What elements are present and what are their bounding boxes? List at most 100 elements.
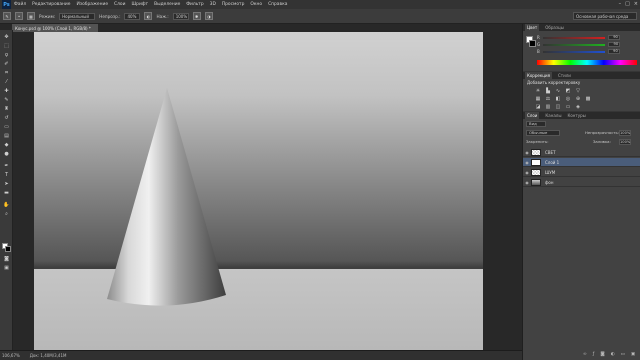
workspace-select[interactable]: Основная рабочая среда xyxy=(573,12,637,20)
menu-help[interactable]: Справка xyxy=(265,2,290,7)
flow-label: Наж.: xyxy=(156,13,169,19)
vibrance-icon[interactable]: ▽ xyxy=(575,88,581,94)
slider-r-value[interactable]: 90 xyxy=(607,35,620,40)
slider-b-value[interactable]: 90 xyxy=(607,49,620,54)
mask-icon[interactable]: ◙ xyxy=(600,352,604,357)
menu-3d[interactable]: 3D xyxy=(207,2,219,7)
layer-row-background[interactable]: ◉ фон xyxy=(523,178,640,187)
screen-mode-icon[interactable]: ▣ xyxy=(3,265,10,271)
zoom-level[interactable]: 106,67% xyxy=(2,353,20,358)
tab-color[interactable]: Цвет xyxy=(525,24,540,31)
menu-image[interactable]: Изображение xyxy=(73,2,111,7)
brush-tool-icon[interactable]: ✎ xyxy=(3,97,10,103)
tab-swatches[interactable]: Образцы xyxy=(545,25,564,30)
layer-row-light[interactable]: ◉ СВЕТ xyxy=(523,148,640,157)
blend-mode-select[interactable]: Обычные xyxy=(526,130,560,136)
crop-tool-icon[interactable]: ⌗ xyxy=(3,70,10,76)
color-spectrum[interactable] xyxy=(537,60,637,65)
marquee-tool-icon[interactable]: ⬚ xyxy=(3,43,10,49)
zoom-tool-icon[interactable]: ⌕ xyxy=(3,211,10,217)
document-canvas[interactable] xyxy=(34,32,483,350)
visibility-eye-icon[interactable]: ◉ xyxy=(523,170,531,175)
flow-field[interactable]: 100% xyxy=(172,12,189,20)
photo-filter-icon[interactable]: ◎ xyxy=(565,96,571,102)
lasso-tool-icon[interactable]: ϙ xyxy=(3,52,10,58)
tab-channels[interactable]: Каналы xyxy=(545,113,561,118)
airbrush-icon[interactable]: ✱ xyxy=(192,12,201,20)
minimize-button[interactable]: – xyxy=(619,1,622,7)
brightness-icon[interactable]: ☀ xyxy=(535,88,541,94)
hue-sat-icon[interactable]: ▦ xyxy=(535,96,541,102)
eyedropper-tool-icon[interactable]: ⁄ xyxy=(3,79,10,85)
invert-icon[interactable]: ◪ xyxy=(535,104,541,110)
color-lookup-icon[interactable]: ▩ xyxy=(585,96,591,102)
hand-tool-icon[interactable]: ✋ xyxy=(3,202,10,208)
curves-icon[interactable]: ∿ xyxy=(555,88,561,94)
slider-r-track[interactable] xyxy=(542,36,605,39)
fx-icon[interactable]: ƒ xyxy=(593,352,595,357)
visibility-eye-icon[interactable]: ◉ xyxy=(523,160,531,165)
close-button[interactable]: × xyxy=(634,1,638,7)
background-color-swatch[interactable] xyxy=(5,246,11,252)
menu-view[interactable]: Просмотр xyxy=(219,2,248,7)
layer-opacity-field[interactable]: 100% xyxy=(619,130,631,136)
menu-filter[interactable]: Фильтр xyxy=(183,2,206,7)
menu-layers[interactable]: Слои xyxy=(111,2,128,7)
new-layer-icon[interactable]: ▣ xyxy=(631,352,635,357)
slider-g-value[interactable]: 90 xyxy=(608,42,621,47)
levels-icon[interactable]: ▙ xyxy=(545,88,551,94)
menu-file[interactable]: Файл xyxy=(11,2,29,7)
exposure-icon[interactable]: ◩ xyxy=(565,88,571,94)
link-layers-icon[interactable]: ∞ xyxy=(583,352,587,357)
tab-layers[interactable]: Слои xyxy=(525,112,540,119)
slider-g-track[interactable] xyxy=(543,43,606,46)
visibility-eye-icon[interactable]: ◉ xyxy=(523,180,531,185)
type-tool-icon[interactable]: T xyxy=(3,172,10,178)
gradient-tool-icon[interactable]: ▤ xyxy=(3,133,10,139)
black-white-icon[interactable]: ◧ xyxy=(555,96,561,102)
color-balance-icon[interactable]: ⚖ xyxy=(545,96,551,102)
selective-color-icon[interactable]: ◈ xyxy=(575,104,581,110)
bg-swatch[interactable] xyxy=(529,40,536,47)
menu-window[interactable]: Окно xyxy=(247,2,265,7)
path-select-tool-icon[interactable]: ➤ xyxy=(3,181,10,187)
opacity-field[interactable]: 40% xyxy=(124,12,141,20)
maximize-button[interactable]: □ xyxy=(625,1,630,7)
fill-field[interactable]: 100% xyxy=(619,139,631,145)
brush-tool-icon[interactable]: ✎ xyxy=(3,12,11,20)
move-tool-icon[interactable]: ✥ xyxy=(3,34,10,40)
quick-select-tool-icon[interactable]: ✐ xyxy=(3,61,10,67)
shape-tool-icon[interactable]: ▬ xyxy=(3,190,10,196)
history-brush-tool-icon[interactable]: ↺ xyxy=(3,115,10,121)
eraser-tool-icon[interactable]: ▭ xyxy=(3,124,10,130)
slider-b-track[interactable] xyxy=(542,50,605,53)
posterize-icon[interactable]: ▥ xyxy=(545,104,551,110)
adjustment-layer-icon[interactable]: ◐ xyxy=(611,352,615,357)
stamp-tool-icon[interactable]: ♜ xyxy=(3,106,10,112)
layer-row-noise[interactable]: ◉ ШУМ xyxy=(523,168,640,177)
quick-mask-icon[interactable]: ◙ xyxy=(3,256,10,262)
folder-icon[interactable]: ▭ xyxy=(621,352,625,357)
dodge-tool-icon[interactable]: ● xyxy=(3,151,10,157)
visibility-eye-icon[interactable]: ◉ xyxy=(523,150,531,155)
brush-size-picker[interactable]: • xyxy=(15,12,23,20)
blur-tool-icon[interactable]: ◆ xyxy=(3,142,10,148)
tab-styles[interactable]: Стили xyxy=(558,73,571,78)
mode-select[interactable]: Нормальный xyxy=(59,12,96,20)
layer-row-layer1[interactable]: ◉ Слой 1 xyxy=(523,158,640,167)
pen-tool-icon[interactable]: ✒ xyxy=(3,163,10,169)
threshold-icon[interactable]: ◫ xyxy=(555,104,561,110)
menu-select[interactable]: Выделение xyxy=(151,2,183,7)
brush-panel-icon[interactable]: ▦ xyxy=(27,12,35,20)
layer-filter-select[interactable]: Вид xyxy=(526,121,546,127)
document-tab[interactable]: Конус.psd @ 100% (Слой 1, RGB/8) * xyxy=(12,24,98,32)
tab-adjustments[interactable]: Коррекция xyxy=(525,72,552,79)
channel-mixer-icon[interactable]: ⊕ xyxy=(575,96,581,102)
menu-type[interactable]: Шрифт xyxy=(128,2,151,7)
pressure-size-icon[interactable]: ◑ xyxy=(204,12,213,20)
menu-edit[interactable]: Редактирование xyxy=(29,2,73,7)
tab-paths[interactable]: Контуры xyxy=(567,113,585,118)
pressure-opacity-icon[interactable]: ◐ xyxy=(144,12,153,20)
gradient-map-icon[interactable]: ▭ xyxy=(565,104,571,110)
healing-tool-icon[interactable]: ✚ xyxy=(3,88,10,94)
